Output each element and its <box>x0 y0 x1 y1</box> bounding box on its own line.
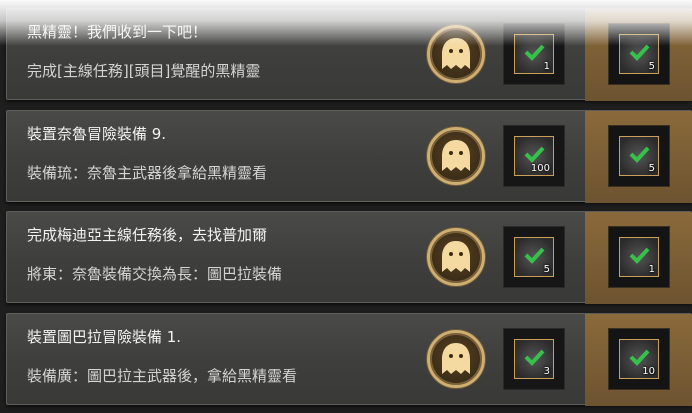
quest-description: 完成[主線任務][頭目]覺醒的黑精靈 <box>27 62 261 80</box>
reward-quantity: 1 <box>648 264 655 275</box>
ghost-emblem-icon <box>427 228 485 286</box>
reward-quantity: 100 <box>530 163 550 174</box>
quest-description: 裝備廣：圖巴拉主武器後，拿給黑精靈看 <box>27 367 298 385</box>
quest-list: 黑精靈！我們收到一下吧！ 完成[主線任務][頭目]覺醒的黑精靈 1 5 裝置奈魯… <box>0 0 692 413</box>
feather-quill-icon: 10 <box>619 339 659 379</box>
reward-quantity: 1 <box>543 61 550 72</box>
quest-row[interactable]: 裝置奈魯冒險裝備 9. 裝備琉：奈魯主武器後拿給黑精靈看 100 5 <box>6 110 692 203</box>
reward-slot[interactable]: 3 <box>503 328 565 390</box>
highlighted-reward-slot[interactable]: 5 <box>585 111 692 203</box>
feather-quill-icon: 5 <box>514 237 554 277</box>
check-icon <box>524 349 545 366</box>
quest-title: 裝置圖巴拉冒險裝備 1. <box>27 328 182 346</box>
highlighted-reward-slot[interactable]: 1 <box>585 212 692 304</box>
quest-row[interactable]: 黑精靈！我們收到一下吧！ 完成[主線任務][頭目]覺醒的黑精靈 1 5 <box>6 8 692 101</box>
quest-title: 裝置奈魯冒險裝備 9. <box>27 125 167 143</box>
reward-quantity: 5 <box>648 163 655 174</box>
reward-quantity: 5 <box>543 264 550 275</box>
check-icon <box>524 44 545 61</box>
scroll-icon: 3 <box>514 339 554 379</box>
ghost-emblem-icon <box>427 330 485 388</box>
reward-quantity: 5 <box>648 61 655 72</box>
check-icon <box>629 146 650 163</box>
ore-stone-icon: 100 <box>514 136 554 176</box>
reward-slot[interactable]: 100 <box>503 125 565 187</box>
highlighted-reward-slot[interactable]: 5 <box>585 9 692 101</box>
quest-row[interactable]: 完成梅迪亞主線任務後，去找普加爾 將東：奈魯裝備交換為長：圖巴拉裝備 5 1 <box>6 211 692 304</box>
quest-description: 將東：奈魯裝備交換為長：圖巴拉裝備 <box>27 265 283 283</box>
ghost-emblem-icon <box>427 25 485 83</box>
highlighted-reward-slot[interactable]: 10 <box>585 314 692 406</box>
quest-title: 黑精靈！我們收到一下吧！ <box>27 23 208 41</box>
feather-quill-icon: 1 <box>514 34 554 74</box>
check-icon <box>524 247 545 264</box>
check-icon <box>629 44 650 61</box>
feather-quill-icon: 5 <box>619 34 659 74</box>
reward-quantity: 10 <box>642 366 655 377</box>
quest-row[interactable]: 裝置圖巴拉冒險裝備 1. 裝備廣：圖巴拉主武器後，拿給黑精靈看 3 10 <box>6 313 692 406</box>
reward-slot[interactable]: 1 <box>503 23 565 85</box>
ghost-emblem-icon <box>427 127 485 185</box>
check-icon <box>629 349 650 366</box>
reward-slot[interactable]: 5 <box>503 226 565 288</box>
quest-description: 裝備琉：奈魯主武器後拿給黑精靈看 <box>27 164 268 182</box>
dark-box-icon: 1 <box>619 237 659 277</box>
reward-quantity: 3 <box>543 366 550 377</box>
quest-title: 完成梅迪亞主線任務後，去找普加爾 <box>27 226 268 244</box>
crystal-orb-icon: 5 <box>619 136 659 176</box>
check-icon <box>629 247 650 264</box>
check-icon <box>524 146 545 163</box>
